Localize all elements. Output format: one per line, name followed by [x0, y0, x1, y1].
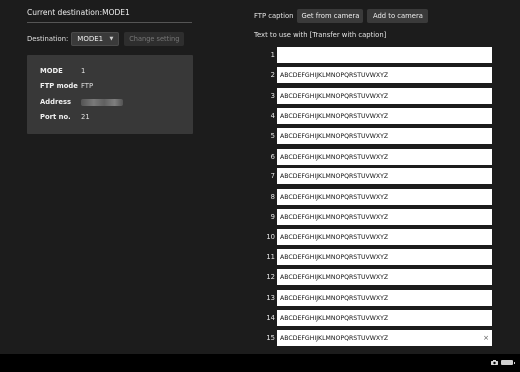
caption-row: 15 ABCDEFGHIJKLMNOPQRSTUVWXYZ ×: [262, 330, 492, 346]
caption-number: 5: [270, 132, 275, 140]
title-divider: [27, 22, 192, 23]
info-key: MODE: [40, 67, 63, 75]
caption-row: 11 ABCDEFGHIJKLMNOPQRSTUVWXYZ: [262, 249, 492, 265]
caption-input[interactable]: ABCDEFGHIJKLMNOPQRSTUVWXYZ: [277, 128, 492, 144]
caption-input[interactable]: ABCDEFGHIJKLMNOPQRSTUVWXYZ: [277, 249, 492, 265]
caption-input[interactable]: ABCDEFGHIJKLMNOPQRSTUVWXYZ: [277, 209, 492, 225]
caption-input[interactable]: ABCDEFGHIJKLMNOPQRSTUVWXYZ: [277, 149, 492, 165]
caption-number: 6: [270, 153, 275, 161]
camera-icon: [491, 360, 498, 365]
ftp-caption-toolbar: FTP caption Get from camera Add to camer…: [254, 9, 429, 23]
status-bar: [0, 354, 520, 372]
caption-row: 5 ABCDEFGHIJKLMNOPQRSTUVWXYZ: [262, 128, 492, 144]
caption-row: 12 ABCDEFGHIJKLMNOPQRSTUVWXYZ: [262, 269, 492, 285]
caption-input[interactable]: ABCDEFGHIJKLMNOPQRSTUVWXYZ: [277, 229, 492, 245]
caption-row: 7 ABCDEFGHIJKLMNOPQRSTUVWXYZ: [262, 168, 492, 184]
caption-input[interactable]: ABCDEFGHIJKLMNOPQRSTUVWXYZ: [277, 290, 492, 306]
caption-row: 2 ABCDEFGHIJKLMNOPQRSTUVWXYZ: [262, 67, 492, 83]
caption-row: 1: [262, 47, 492, 63]
caption-input[interactable]: ABCDEFGHIJKLMNOPQRSTUVWXYZ: [277, 168, 492, 184]
caption-text: ABCDEFGHIJKLMNOPQRSTUVWXYZ: [280, 71, 389, 79]
caption-text: ABCDEFGHIJKLMNOPQRSTUVWXYZ: [280, 294, 389, 302]
caption-text: ABCDEFGHIJKLMNOPQRSTUVWXYZ: [280, 172, 389, 180]
caption-list-label: Text to use with [Transfer with caption]: [254, 31, 387, 39]
info-value: FTP: [81, 82, 94, 90]
add-to-camera-button[interactable]: Add to camera: [367, 9, 429, 23]
chevron-down-icon: ▼: [109, 36, 114, 42]
destination-label: Destination:: [27, 35, 69, 43]
caption-number: 1: [270, 51, 275, 59]
caption-input[interactable]: ABCDEFGHIJKLMNOPQRSTUVWXYZ ×: [277, 330, 492, 346]
info-row-ftp-mode: FTP mode FTP: [40, 81, 93, 91]
info-row-mode: MODE 1: [40, 66, 85, 76]
redacted-address: [81, 98, 123, 106]
caption-text: ABCDEFGHIJKLMNOPQRSTUVWXYZ: [280, 253, 389, 261]
caption-number: 7: [270, 172, 275, 180]
caption-row: 4 ABCDEFGHIJKLMNOPQRSTUVWXYZ: [262, 108, 492, 124]
caption-text: ABCDEFGHIJKLMNOPQRSTUVWXYZ: [280, 153, 389, 161]
info-row-port: Port no. 21: [40, 112, 90, 122]
caption-text: ABCDEFGHIJKLMNOPQRSTUVWXYZ: [280, 233, 389, 241]
caption-input[interactable]: ABCDEFGHIJKLMNOPQRSTUVWXYZ: [277, 310, 492, 326]
info-key: Address: [40, 98, 72, 106]
caption-number: 9: [270, 213, 275, 221]
current-destination-title: Current destination:MODE1: [27, 8, 130, 17]
caption-input[interactable]: ABCDEFGHIJKLMNOPQRSTUVWXYZ: [277, 88, 492, 104]
caption-number: 2: [270, 71, 275, 79]
get-from-camera-button[interactable]: Get from camera: [297, 9, 364, 23]
caption-number: 13: [266, 294, 275, 302]
caption-row: 3 ABCDEFGHIJKLMNOPQRSTUVWXYZ: [262, 88, 492, 104]
caption-number: 14: [266, 314, 275, 322]
destination-select-value: MODE1: [77, 35, 104, 43]
caption-text: ABCDEFGHIJKLMNOPQRSTUVWXYZ: [280, 132, 389, 140]
caption-number: 3: [270, 92, 275, 100]
caption-number: 8: [270, 193, 275, 201]
caption-number: 11: [266, 253, 275, 261]
caption-text: ABCDEFGHIJKLMNOPQRSTUVWXYZ: [280, 334, 389, 342]
info-value: 21: [81, 113, 90, 121]
clear-icon[interactable]: ×: [483, 334, 489, 342]
caption-input[interactable]: ABCDEFGHIJKLMNOPQRSTUVWXYZ: [277, 269, 492, 285]
caption-text: ABCDEFGHIJKLMNOPQRSTUVWXYZ: [280, 193, 389, 201]
caption-input[interactable]: [277, 47, 492, 63]
info-row-address: Address: [40, 97, 123, 107]
caption-input[interactable]: ABCDEFGHIJKLMNOPQRSTUVWXYZ: [277, 67, 492, 83]
change-setting-button[interactable]: Change setting: [124, 32, 185, 46]
info-key: FTP mode: [40, 82, 78, 90]
caption-text: ABCDEFGHIJKLMNOPQRSTUVWXYZ: [280, 314, 389, 322]
caption-text: ABCDEFGHIJKLMNOPQRSTUVWXYZ: [280, 92, 389, 100]
caption-number: 15: [266, 334, 275, 342]
caption-text: ABCDEFGHIJKLMNOPQRSTUVWXYZ: [280, 273, 389, 281]
info-key: Port no.: [40, 113, 71, 121]
caption-row: 9 ABCDEFGHIJKLMNOPQRSTUVWXYZ: [262, 209, 492, 225]
caption-text: ABCDEFGHIJKLMNOPQRSTUVWXYZ: [280, 112, 389, 120]
caption-row: 14 ABCDEFGHIJKLMNOPQRSTUVWXYZ: [262, 310, 492, 326]
battery-icon: [501, 360, 515, 365]
caption-row: 13 ABCDEFGHIJKLMNOPQRSTUVWXYZ: [262, 290, 492, 306]
caption-number: 12: [266, 273, 275, 281]
destination-row: Destination: MODE1 ▼ Change setting: [27, 32, 185, 46]
info-value: 1: [81, 67, 86, 75]
caption-row: 6 ABCDEFGHIJKLMNOPQRSTUVWXYZ: [262, 149, 492, 165]
caption-row: 10 ABCDEFGHIJKLMNOPQRSTUVWXYZ: [262, 229, 492, 245]
caption-text: ABCDEFGHIJKLMNOPQRSTUVWXYZ: [280, 213, 389, 221]
destination-select[interactable]: MODE1 ▼: [71, 32, 120, 46]
destination-info-panel: MODE 1 FTP mode FTP Address Port no. 21: [27, 55, 193, 134]
caption-number: 10: [266, 233, 275, 241]
caption-number: 4: [270, 112, 275, 120]
ftp-caption-label: FTP caption: [254, 12, 294, 20]
caption-input[interactable]: ABCDEFGHIJKLMNOPQRSTUVWXYZ: [277, 108, 492, 124]
caption-row: 8 ABCDEFGHIJKLMNOPQRSTUVWXYZ: [262, 189, 492, 205]
caption-input[interactable]: ABCDEFGHIJKLMNOPQRSTUVWXYZ: [277, 189, 492, 205]
